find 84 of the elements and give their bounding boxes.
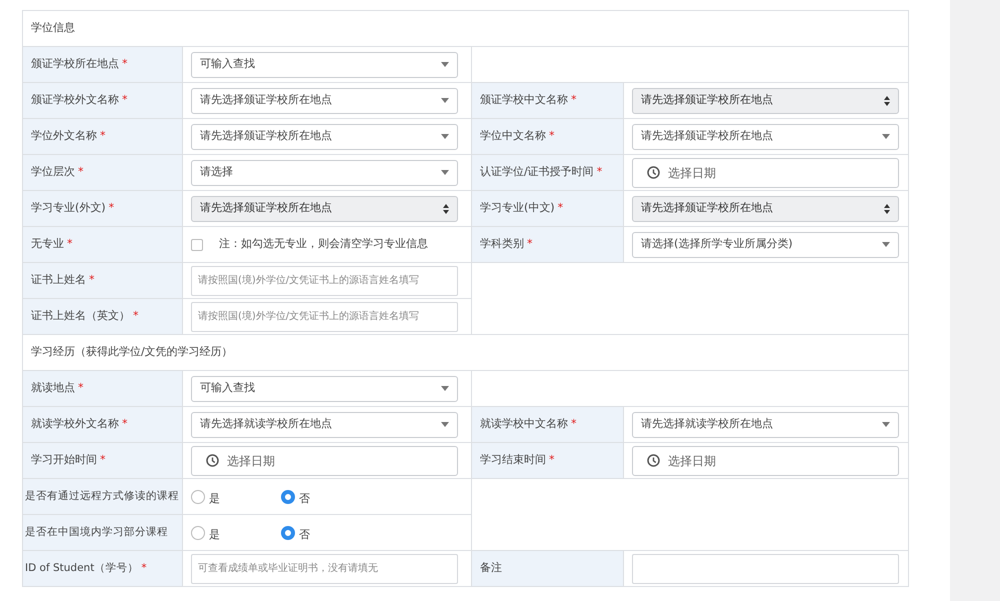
required-mark: *	[527, 237, 532, 250]
caret-icon	[441, 62, 449, 67]
required-mark: *	[596, 165, 602, 178]
field-label: 颁证学校外文名称	[31, 93, 119, 106]
field-label: 是否在中国境内学习部分课程	[25, 526, 168, 538]
date-field[interactable]: 选择日期	[632, 158, 899, 188]
radio-button[interactable]	[281, 526, 295, 540]
required-mark: *	[549, 129, 554, 142]
required-mark: *	[78, 165, 84, 178]
sort-arrows-icon	[443, 204, 449, 214]
select-field[interactable]: 请选择(选择所学专业所属分类)	[632, 232, 899, 258]
caret-icon	[882, 242, 890, 247]
clock-icon	[206, 454, 219, 467]
caret-icon	[441, 422, 449, 427]
field-label: 是否有通过远程方式修读的课程	[25, 490, 179, 502]
select-field[interactable]: 请先选择就读学校所在地点	[632, 412, 899, 438]
select-field[interactable]: 请选择	[191, 160, 458, 186]
field-label: ID of Student（学号）	[25, 562, 138, 574]
select-field[interactable]: 可输入查找	[191, 52, 458, 78]
radio-button[interactable]	[281, 490, 295, 504]
field-label: 学位中文名称	[480, 129, 546, 142]
radio-label: 是	[209, 491, 220, 508]
field-label: 备注	[480, 561, 502, 574]
select-field[interactable]: 请先选择就读学校所在地点	[191, 412, 458, 438]
note-text: 注：如勾选无专业，则会清空学习专业信息	[219, 236, 428, 252]
caret-icon	[441, 98, 449, 103]
required-mark: *	[549, 453, 554, 466]
required-mark: *	[67, 237, 72, 250]
required-mark: *	[89, 273, 94, 286]
field-label: 学习结束时间	[480, 453, 546, 466]
required-mark: *	[100, 129, 106, 142]
field-label: 颁证学校所在地点	[31, 57, 119, 70]
checkbox[interactable]	[191, 238, 203, 250]
field-label: 学位层次	[31, 165, 75, 178]
select-field[interactable]: 请先选择颁证学校所在地点	[191, 124, 458, 150]
field-label: 证书上姓名	[31, 273, 86, 286]
field-label: 学科类别	[480, 237, 524, 250]
caret-icon	[441, 134, 449, 139]
required-mark: *	[133, 309, 138, 322]
section-title: 学习经历（获得此学位/文凭的学习经历）	[31, 345, 233, 358]
caret-icon	[882, 422, 890, 427]
required-mark: *	[122, 93, 128, 106]
field-label: 颁证学校中文名称	[480, 93, 568, 106]
required-mark: *	[571, 417, 576, 430]
required-mark: *	[141, 562, 147, 574]
clock-icon	[647, 454, 660, 467]
field-label: 无专业	[31, 237, 64, 250]
caret-icon	[882, 134, 890, 139]
required-mark: *	[558, 201, 564, 214]
select-field[interactable]: 可输入查找	[191, 376, 458, 402]
sort-arrows-icon	[884, 204, 890, 214]
field-label: 就读学校外文名称	[31, 417, 119, 430]
radio-label: 否	[299, 491, 310, 508]
sort-arrows-icon	[884, 96, 890, 106]
clock-icon	[647, 166, 660, 179]
radio-label: 是	[209, 527, 220, 544]
field-label: 学习专业(外文)	[31, 201, 106, 214]
section-title: 学位信息	[31, 21, 75, 34]
select-field[interactable]: 请先选择颁证学校所在地点	[632, 124, 899, 150]
date-field[interactable]: 选择日期	[191, 446, 458, 476]
caret-icon	[441, 386, 449, 391]
required-mark: *	[122, 417, 128, 430]
select-field[interactable]: 请先选择颁证学校所在地点	[191, 88, 458, 114]
radio-button[interactable]	[191, 490, 205, 504]
radio-label: 否	[299, 527, 310, 544]
date-field[interactable]: 选择日期	[632, 446, 899, 476]
field-label: 学位外文名称	[31, 129, 97, 142]
caret-icon	[441, 170, 449, 175]
radio-button[interactable]	[191, 526, 205, 540]
field-label: 认证学位/证书授予时间	[480, 165, 594, 178]
required-mark: *	[78, 381, 84, 394]
field-label: 学习开始时间	[31, 453, 97, 466]
field-label: 就读学校中文名称	[480, 417, 568, 430]
field-label: 就读地点	[31, 381, 75, 394]
field-label: 学习专业(中文)	[480, 201, 555, 214]
required-mark: *	[122, 57, 128, 70]
input-field[interactable]: 请按照国(境)外学位/文凭证书上的源语言姓名填写	[191, 266, 458, 296]
input-field[interactable]	[632, 554, 899, 584]
input-field[interactable]: 请按照国(境)外学位/文凭证书上的源语言姓名填写	[191, 302, 458, 332]
input-field[interactable]: 可查看成绩单或毕业证明书，没有请填无	[191, 554, 458, 584]
required-mark: *	[100, 453, 106, 466]
field-label: 证书上姓名（英文）	[31, 309, 130, 322]
required-mark: *	[571, 93, 576, 106]
required-mark: *	[108, 201, 114, 214]
